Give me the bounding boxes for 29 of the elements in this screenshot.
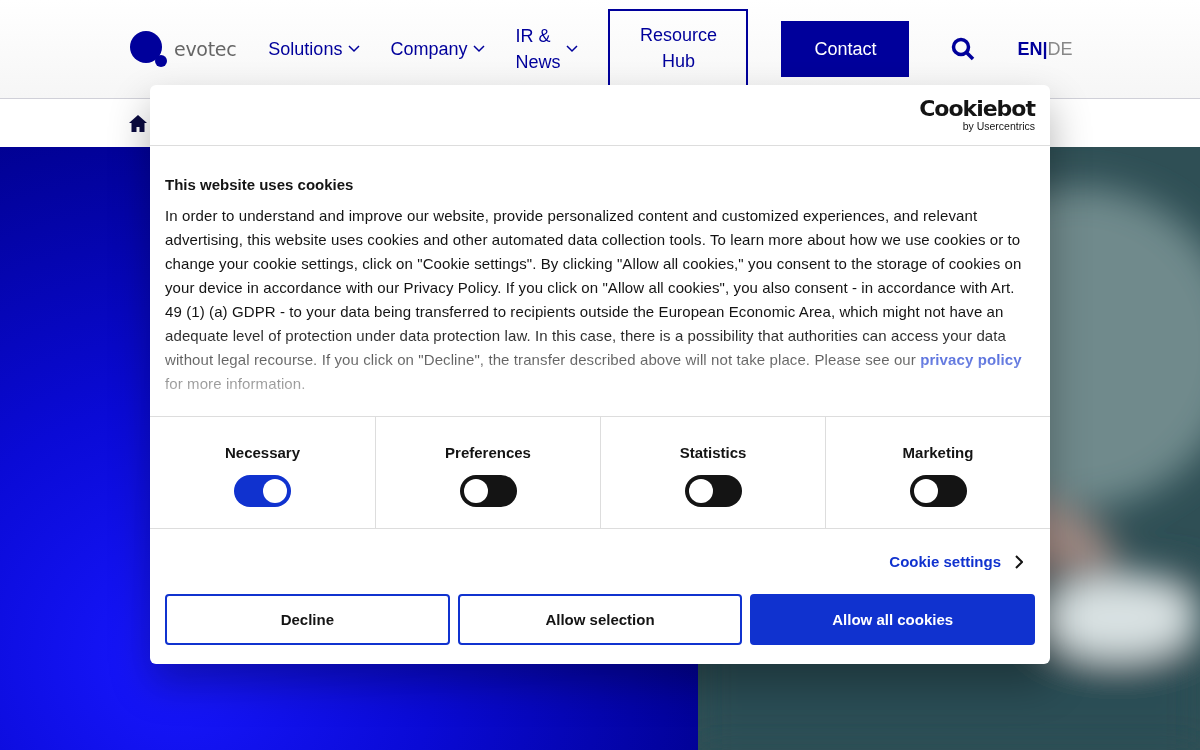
search-button[interactable] bbox=[951, 37, 976, 61]
category-label: Necessary bbox=[224, 444, 301, 461]
consent-button[interactable]: Decline bbox=[165, 594, 450, 645]
category-label: Marketing bbox=[902, 444, 974, 461]
brand-name: Cookiebot bbox=[919, 98, 1035, 120]
category-label: Preferences bbox=[445, 444, 531, 461]
consent-button[interactable]: Allow all cookies bbox=[750, 594, 1035, 645]
dialog-title: This website uses cookies bbox=[165, 176, 355, 193]
cookie-settings-link[interactable]: Cookie settings bbox=[889, 553, 1023, 570]
cookie-notice-text: In order to understand and improve our website, provide personalized content and customized experiences, and relevant advertising, this website uses cookies and other automated data collection tools. To learn more about how we use cookies or to change your cookie settings, click on "Cookie settings". By clicking "Allow all cookies," you consent to the storage of cookies on your device in accordance with our Privacy Policy. If you click on "Allow all cookies", you also consent - in accordance with Art. 49 (1) (a) GDPR - to your data being transferred to recipients outside the European Economic Area, which might not have an adequate level of protection under data protection law. In this case, there is a possibility that authorities can access your data without legal recourse. If you click on "Decline", the transfer described above will not take place. Please see our privacy policy for more information. bbox=[165, 206, 1023, 394]
nav-link[interactable]: Solutions bbox=[268, 36, 361, 62]
logo-text: evotec bbox=[174, 38, 237, 60]
language-link[interactable]: EN bbox=[1017, 38, 1043, 60]
contact-button[interactable]: Contact bbox=[781, 21, 910, 77]
chevron-right-icon bbox=[1015, 554, 1023, 569]
toggle-switch[interactable] bbox=[459, 475, 517, 507]
logo-icon bbox=[130, 31, 168, 67]
brand-byline: by Usercentrics bbox=[962, 120, 1035, 132]
toggle-switch[interactable] bbox=[234, 475, 291, 507]
search-icon bbox=[951, 37, 976, 61]
toggle-switch[interactable] bbox=[909, 475, 967, 507]
nav-link[interactable]: IR & News bbox=[515, 23, 579, 75]
home-icon[interactable] bbox=[129, 114, 147, 132]
privacy-policy-link[interactable]: privacy policy bbox=[920, 351, 1022, 368]
consent-button[interactable]: Allow selection bbox=[457, 594, 743, 645]
toggle-switch[interactable] bbox=[684, 475, 742, 507]
nav-link[interactable]: Company bbox=[390, 36, 486, 62]
category-label: Statistics bbox=[679, 444, 747, 461]
language-separator: | bbox=[1042, 38, 1048, 60]
